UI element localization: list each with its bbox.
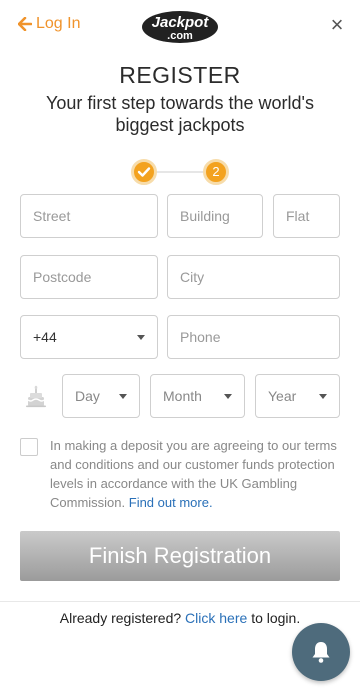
to-login-text: to login.: [251, 610, 301, 626]
login-link[interactable]: Log In: [18, 15, 80, 33]
building-field[interactable]: [167, 194, 263, 238]
flat-input[interactable]: [286, 195, 327, 237]
building-input[interactable]: [180, 195, 250, 237]
find-out-more-link[interactable]: Find out more.: [129, 495, 213, 510]
arrow-left-icon: [18, 17, 32, 31]
phone-field[interactable]: [167, 315, 340, 359]
month-select[interactable]: Month: [150, 374, 245, 418]
page-title: REGISTER: [119, 62, 241, 88]
bell-icon: [312, 642, 330, 663]
street-input[interactable]: [33, 195, 145, 237]
city-field[interactable]: [167, 255, 340, 299]
postcode-field[interactable]: [20, 255, 158, 299]
street-field[interactable]: [20, 194, 158, 238]
svg-text:Jackpot: Jackpot: [152, 14, 210, 31]
finish-registration-button[interactable]: Finish Registration: [20, 531, 340, 581]
top-bar: Log In Jackpot .com ×: [0, 0, 360, 52]
phone-input[interactable]: [180, 316, 327, 358]
already-registered-line: Already registered? Click here to login.: [0, 610, 360, 626]
already-registered-text: Already registered?: [59, 610, 182, 626]
page-subtitle: Your first step towards the world's bigg…: [46, 93, 314, 135]
birthday-cake-icon: [26, 385, 46, 408]
jackpot-logo[interactable]: Jackpot .com: [141, 10, 219, 44]
click-here-link[interactable]: Click here: [185, 610, 247, 626]
svg-text:.com: .com: [167, 30, 193, 42]
step-indicator: 2: [130, 158, 230, 186]
consent-text-block: In making a deposit you are agreeing to …: [50, 436, 340, 512]
country-code-value: +44: [33, 329, 57, 345]
year-select[interactable]: Year: [255, 374, 340, 418]
flat-field[interactable]: [273, 194, 340, 238]
step-connector: [156, 171, 206, 173]
chevron-down-icon: [319, 394, 327, 399]
city-input[interactable]: [180, 256, 327, 298]
check-icon: [137, 167, 151, 177]
consent-checkbox[interactable]: [20, 438, 38, 456]
chevron-down-icon: [119, 394, 127, 399]
notification-bell-button[interactable]: [292, 623, 350, 681]
country-code-select[interactable]: +44: [20, 315, 158, 359]
day-select[interactable]: Day: [62, 374, 140, 418]
month-select-label: Month: [163, 388, 202, 404]
step-2-active: 2: [203, 159, 229, 185]
login-label: Log In: [36, 15, 81, 32]
postcode-input[interactable]: [33, 256, 145, 298]
chevron-down-icon: [137, 335, 145, 340]
close-button[interactable]: ×: [328, 14, 346, 36]
chevron-down-icon: [224, 394, 232, 399]
step-1-complete: [131, 159, 157, 185]
footer-divider: [0, 601, 360, 602]
